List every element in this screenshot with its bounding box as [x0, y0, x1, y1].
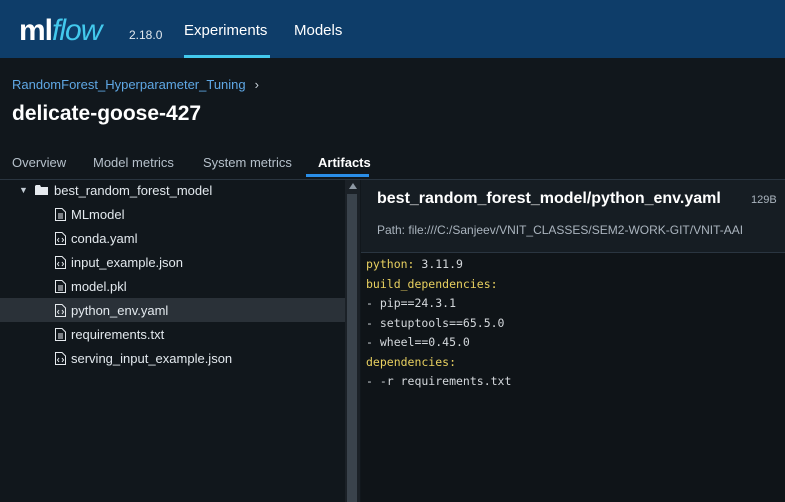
file-label: model.pkl [71, 278, 127, 294]
code-line: - setuptools==65.5.0 [366, 316, 504, 330]
file-label: MLmodel [71, 206, 125, 222]
code-line: - pip==24.3.1 [366, 296, 456, 310]
file-icon [55, 327, 66, 341]
nav-experiments[interactable]: Experiments [184, 22, 267, 39]
breadcrumb-experiment-link[interactable]: RandomForest_Hyperparameter_Tuning [12, 77, 246, 92]
yaml-value: - pip==24.3.1 [366, 296, 457, 310]
code-line: python: 3.11.9 [366, 257, 463, 271]
code-line: dependencies: [366, 355, 456, 369]
code-line: build_dependencies: [366, 277, 498, 291]
tree-file-row[interactable]: model.pkl [0, 274, 345, 298]
artifact-file-size: 129B [751, 194, 777, 206]
code-file-icon [55, 255, 66, 269]
yaml-value: 3.11.9 [414, 257, 463, 271]
tree-file-row[interactable]: serving_input_example.json [0, 346, 345, 370]
tab-artifacts[interactable]: Artifacts [318, 155, 371, 170]
folder-icon [35, 185, 48, 195]
file-label: requirements.txt [71, 326, 165, 342]
code-file-icon [55, 231, 66, 245]
nav-active-indicator [184, 55, 270, 58]
tree-file-row[interactable]: requirements.txt [0, 322, 345, 346]
yaml-key: python: [366, 257, 415, 271]
code-file-icon [55, 303, 66, 317]
page-title: delicate-goose-427 [12, 102, 202, 125]
tab-model-metrics[interactable]: Model metrics [93, 155, 174, 170]
yaml-key: dependencies: [366, 355, 457, 369]
code-file-icon [55, 351, 66, 365]
artifact-tree: ▼ best_random_forest_model MLmodel conda… [0, 180, 345, 502]
yaml-value: - -r requirements.txt [366, 374, 512, 388]
tree-file-row[interactable]: input_example.json [0, 250, 345, 274]
file-label: input_example.json [71, 254, 184, 270]
logo-flow-text: flow [52, 14, 102, 47]
caret-down-icon[interactable]: ▼ [19, 185, 28, 195]
scrollbar-thumb[interactable] [347, 194, 357, 502]
tree-file-row-selected[interactable]: python_env.yaml [0, 298, 345, 322]
file-icon [55, 207, 66, 221]
version-label: 2.18.0 [129, 28, 163, 42]
logo-ml-text: ml [19, 14, 53, 47]
tree-folder-row[interactable]: ▼ best_random_forest_model [0, 178, 345, 202]
tab-overview[interactable]: Overview [12, 155, 66, 170]
artifact-file-title: best_random_forest_model/python_env.yaml [377, 190, 721, 207]
scroll-up-arrow-icon[interactable] [349, 183, 357, 189]
yaml-value: - setuptools==65.5.0 [366, 316, 505, 330]
tree-file-row[interactable]: conda.yaml [0, 226, 345, 250]
file-icon [55, 279, 66, 293]
tab-active-indicator [306, 174, 369, 177]
tab-system-metrics[interactable]: System metrics [203, 155, 292, 170]
file-label: serving_input_example.json [71, 350, 233, 366]
breadcrumb-separator-icon: › [254, 77, 259, 92]
yaml-key: build_dependencies: [366, 277, 498, 291]
yaml-code-viewer: python: 3.11.9 build_dependencies: - pip… [361, 253, 785, 502]
mlflow-logo[interactable]: ml flow [19, 12, 102, 47]
file-label: conda.yaml [71, 230, 138, 246]
file-label: python_env.yaml [71, 302, 169, 318]
code-line: - wheel==0.45.0 [366, 335, 470, 349]
tree-file-row[interactable]: MLmodel [0, 202, 345, 226]
top-navigation-bar [0, 0, 785, 58]
artifact-file-path: Path: file:///C:/Sanjeev/VNIT_CLASSES/SE… [377, 223, 744, 237]
nav-models[interactable]: Models [294, 22, 342, 39]
breadcrumb: RandomForest_Hyperparameter_Tuning › [12, 77, 259, 92]
folder-label: best_random_forest_model [54, 182, 213, 198]
code-line: - -r requirements.txt [366, 374, 511, 388]
yaml-value: - wheel==0.45.0 [366, 335, 470, 349]
